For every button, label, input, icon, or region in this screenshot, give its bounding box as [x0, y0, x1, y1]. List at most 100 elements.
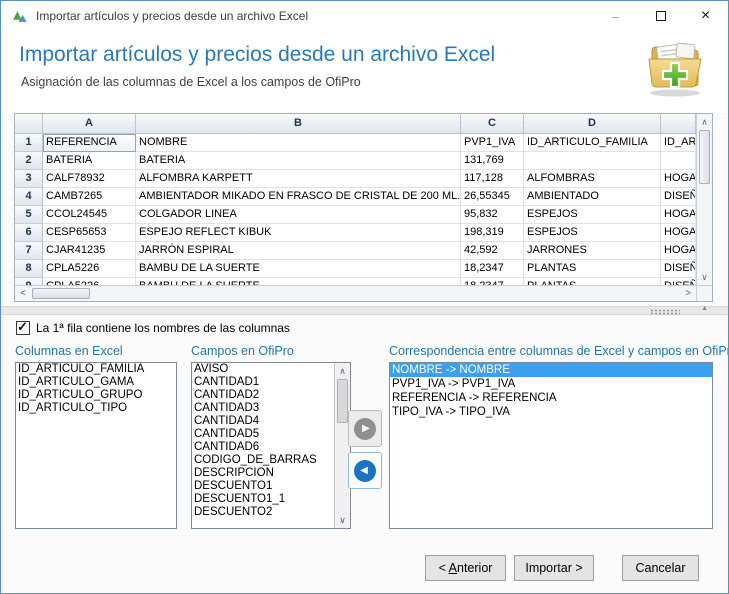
sheet-cell[interactable]: ESPEJOS: [524, 224, 661, 242]
sheet-cell[interactable]: 95,832: [461, 206, 524, 224]
row-header[interactable]: 8: [15, 260, 43, 278]
column-header[interactable]: A: [43, 114, 136, 134]
sheet-cell[interactable]: REFERENCIA: [43, 134, 136, 152]
sheet-cell[interactable]: HOGA: [661, 242, 696, 260]
list-item[interactable]: NOMBRE -> NOMBRE: [390, 363, 712, 377]
sheet-cell[interactable]: CCOL24545: [43, 206, 136, 224]
list-item[interactable]: PVP1_IVA -> PVP1_IVA: [390, 377, 712, 391]
sheet-cell[interactable]: BAMBU DE LA SUERTE: [136, 260, 461, 278]
row-header[interactable]: 7: [15, 242, 43, 260]
sheet-cell[interactable]: AMBIENTADO: [524, 188, 661, 206]
scroll-down-icon[interactable]: ∨: [697, 269, 712, 285]
row-header[interactable]: 6: [15, 224, 43, 242]
sheet-cell[interactable]: 117,128: [461, 170, 524, 188]
list-item[interactable]: CANTIDAD6: [192, 441, 334, 454]
list-item[interactable]: ID_ARTICULO_TIPO: [16, 402, 176, 415]
list-item[interactable]: TIPO_IVA -> TIPO_IVA: [390, 405, 712, 419]
sheet-vertical-scrollbar[interactable]: ∧ ∨: [696, 114, 712, 285]
sheet-cell[interactable]: BAMBU DE LA SUERTE: [136, 278, 461, 285]
list-item[interactable]: CANTIDAD4: [192, 415, 334, 428]
sheet-cell[interactable]: JARRÓN ESPIRAL: [136, 242, 461, 260]
sheet-cell[interactable]: [661, 152, 696, 170]
sheet-cell[interactable]: CESP65653: [43, 224, 136, 242]
column-header[interactable]: [661, 114, 696, 134]
remove-mapping-button[interactable]: ◀: [348, 452, 382, 489]
maximize-button[interactable]: [638, 1, 683, 31]
splitter-grip-icon[interactable]: [650, 309, 680, 315]
sheet-cell[interactable]: CALF78932: [43, 170, 136, 188]
splitter-bar[interactable]: ▲: [1, 306, 728, 315]
list-item[interactable]: ID_ARTICULO_GRUPO: [16, 389, 176, 402]
horizontal-scroll-thumb[interactable]: [32, 288, 90, 299]
list-item[interactable]: DESCUENTO1: [192, 480, 334, 493]
sheet-cell[interactable]: DISEÑ: [661, 188, 696, 206]
list-item[interactable]: ID_ARTICULO_GAMA: [16, 376, 176, 389]
sheet-cell[interactable]: ESPEJOS: [524, 206, 661, 224]
sheet-cell[interactable]: ALFOMBRAS: [524, 170, 661, 188]
mapping-list[interactable]: NOMBRE -> NOMBREPVP1_IVA -> PVP1_IVAREFE…: [389, 362, 713, 529]
sheet-cell[interactable]: CPLA5226: [43, 260, 136, 278]
sheet-cell[interactable]: ALFOMBRA KARPETT: [136, 170, 461, 188]
vertical-scroll-thumb[interactable]: [337, 379, 348, 423]
sheet-cell[interactable]: 18,2347: [461, 278, 524, 285]
splitter-collapse-icon[interactable]: ▲: [701, 305, 708, 312]
list-item[interactable]: CANTIDAD2: [192, 389, 334, 402]
row-header[interactable]: 2: [15, 152, 43, 170]
add-mapping-button[interactable]: ▶: [348, 410, 382, 447]
sheet-cell[interactable]: HOGA: [661, 170, 696, 188]
row-header[interactable]: 3: [15, 170, 43, 188]
first-row-checkbox-label[interactable]: La 1ª fila contiene los nombres de las c…: [36, 321, 290, 335]
sheet-cell[interactable]: DISEÑ: [661, 278, 696, 285]
anterior-button[interactable]: < Anterior: [425, 555, 506, 581]
sheet-cell[interactable]: BATERIA: [136, 152, 461, 170]
importar-button[interactable]: Importar >: [514, 555, 594, 581]
sheet-cell[interactable]: PLANTAS: [524, 278, 661, 285]
row-header[interactable]: 5: [15, 206, 43, 224]
first-row-option[interactable]: ✓ La 1ª fila contiene los nombres de las…: [16, 321, 290, 335]
vertical-scroll-track[interactable]: [697, 184, 712, 269]
sheet-cell[interactable]: AMBIENTADOR MIKADO EN FRASCO DE CRISTAL …: [136, 188, 461, 206]
sheet-cell[interactable]: DISEÑ: [661, 260, 696, 278]
column-header[interactable]: C: [461, 114, 524, 134]
close-button[interactable]: ×: [683, 1, 728, 31]
sheet-cell[interactable]: ID_ARTICULO_FAMILIA: [524, 134, 661, 152]
ofipro-fields-listbox[interactable]: AVISOCANTIDAD1CANTIDAD2CANTIDAD3CANTIDAD…: [191, 362, 351, 529]
column-header[interactable]: D: [524, 114, 661, 134]
sheet-cell[interactable]: ID_AR: [661, 134, 696, 152]
first-row-checkbox[interactable]: ✓: [16, 321, 30, 335]
sheet-cell[interactable]: CAMB7265: [43, 188, 136, 206]
sheet-cell[interactable]: 131,769: [461, 152, 524, 170]
scroll-up-icon[interactable]: ∧: [335, 363, 350, 379]
sheet-cell[interactable]: [524, 152, 661, 170]
list-item[interactable]: CANTIDAD1: [192, 376, 334, 389]
row-header[interactable]: 1: [15, 134, 43, 152]
sheet-horizontal-scrollbar[interactable]: < >: [15, 285, 712, 301]
sheet-cell[interactable]: JARRONES: [524, 242, 661, 260]
list-item[interactable]: ID_ARTICULO_FAMILIA: [16, 363, 176, 376]
vertical-scroll-thumb[interactable]: [699, 130, 710, 184]
sheet-cell[interactable]: PLANTAS: [524, 260, 661, 278]
minimize-button[interactable]: –: [593, 1, 638, 31]
excel-columns-list[interactable]: ID_ARTICULO_FAMILIAID_ARTICULO_GAMAID_AR…: [15, 362, 177, 529]
list-item[interactable]: CANTIDAD3: [192, 402, 334, 415]
sheet-cell[interactable]: 42,592: [461, 242, 524, 260]
sheet-cell[interactable]: HOGA: [661, 224, 696, 242]
row-header[interactable]: 9: [15, 278, 43, 285]
sheet-cell[interactable]: NOMBRE: [136, 134, 461, 152]
cancelar-button[interactable]: Cancelar: [622, 555, 699, 581]
sheet-cell[interactable]: COLGADOR LINEA: [136, 206, 461, 224]
sheet-cell[interactable]: CJAR41235: [43, 242, 136, 260]
column-header[interactable]: B: [136, 114, 461, 134]
sheet-cell[interactable]: 198,319: [461, 224, 524, 242]
scroll-up-icon[interactable]: ∧: [697, 114, 712, 130]
list-item[interactable]: DESCUENTO2: [192, 506, 334, 519]
list-item[interactable]: REFERENCIA -> REFERENCIA: [390, 391, 712, 405]
list-item[interactable]: CANTIDAD5: [192, 428, 334, 441]
list-item[interactable]: AVISO: [192, 363, 334, 376]
list-item[interactable]: CODIGO_DE_BARRAS: [192, 454, 334, 467]
scroll-down-icon[interactable]: ∨: [335, 512, 350, 528]
scroll-left-icon[interactable]: <: [15, 286, 31, 302]
sheet-cell[interactable]: ESPEJO REFLECT KIBUK: [136, 224, 461, 242]
sheet-cell[interactable]: BATERIA: [43, 152, 136, 170]
ofipro-fields-list[interactable]: AVISOCANTIDAD1CANTIDAD2CANTIDAD3CANTIDAD…: [192, 363, 334, 528]
